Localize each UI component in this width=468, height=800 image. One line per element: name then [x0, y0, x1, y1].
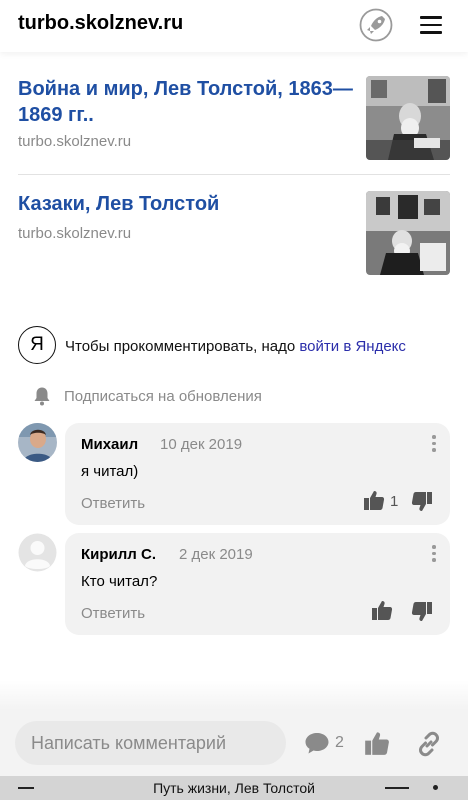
thumbs-up-icon[interactable] [364, 730, 390, 756]
user-avatar[interactable] [18, 533, 57, 572]
article-source: turbo.skolznev.ru [18, 225, 132, 242]
more-options-icon[interactable] [432, 435, 436, 453]
rocket-icon[interactable] [359, 8, 393, 42]
article-source: turbo.skolznev.ru [18, 133, 132, 150]
handle-icon[interactable] [385, 787, 409, 789]
article-title[interactable]: Война и мир, Лев Толстой, 1863—1869 гг.. [18, 76, 353, 128]
login-link[interactable]: войти в Яндекс [299, 338, 406, 355]
login-prompt-text: Чтобы прокомментировать, надо [65, 338, 300, 355]
header: turbo.skolznev.ru [0, 0, 468, 52]
comments-icon[interactable] [304, 731, 330, 755]
like-count: 1 [390, 493, 399, 510]
article-title[interactable]: Казаки, Лев Толстой [18, 191, 353, 217]
comment: Кирилл С. 2 дек 2019 Кто читал? Ответить [18, 533, 450, 635]
user-avatar[interactable] [18, 423, 57, 462]
comment: Михаил 10 дек 2019 я читал) Ответить 1 [18, 423, 450, 525]
comment-author[interactable]: Кирилл С. [81, 546, 156, 563]
yandex-logo-icon: Я [18, 326, 56, 364]
comment-author[interactable]: Михаил [81, 436, 138, 453]
bottom-toolbar: Написать комментарий 2 [0, 710, 468, 776]
login-prompt: Чтобы прокомментировать, надо войти в Ян… [65, 338, 406, 355]
hamburger-menu-icon[interactable] [420, 16, 442, 34]
article-thumbnail[interactable] [366, 76, 450, 160]
comment-text: я читал) [81, 463, 139, 480]
thumbs-up-icon[interactable] [371, 599, 393, 621]
comment-date: 2 дек 2019 [179, 546, 253, 563]
site-title[interactable]: turbo.skolznev.ru [18, 12, 183, 35]
status-bar: Путь жизни, Лев Толстой [0, 776, 468, 800]
bottom-fade [0, 680, 468, 710]
thumbs-down-icon[interactable] [411, 491, 433, 513]
thumbs-down-icon[interactable] [411, 601, 433, 623]
reply-button[interactable]: Ответить [81, 495, 145, 512]
thumbs-up-icon[interactable] [363, 489, 385, 511]
article-thumbnail[interactable] [366, 191, 450, 275]
divider [18, 174, 450, 175]
comment-bubble: Михаил 10 дек 2019 я читал) Ответить 1 [65, 423, 450, 525]
article-card[interactable]: Казаки, Лев Толстой turbo.skolznev.ru [18, 191, 450, 275]
dot-icon [433, 785, 438, 790]
article-card[interactable]: Война и мир, Лев Толстой, 1863—1869 гг..… [18, 76, 450, 160]
comment-input[interactable]: Написать комментарий [15, 721, 286, 765]
bell-icon[interactable] [32, 386, 52, 406]
reply-button[interactable]: Ответить [81, 605, 145, 622]
comment-count: 2 [335, 734, 344, 751]
comment-bubble: Кирилл С. 2 дек 2019 Кто читал? Ответить [65, 533, 450, 635]
comment-text: Кто читал? [81, 573, 158, 590]
more-options-icon[interactable] [432, 545, 436, 563]
link-icon[interactable] [415, 730, 443, 758]
subscribe-link[interactable]: Подписаться на обновления [64, 388, 262, 405]
comment-date: 10 дек 2019 [160, 436, 243, 453]
